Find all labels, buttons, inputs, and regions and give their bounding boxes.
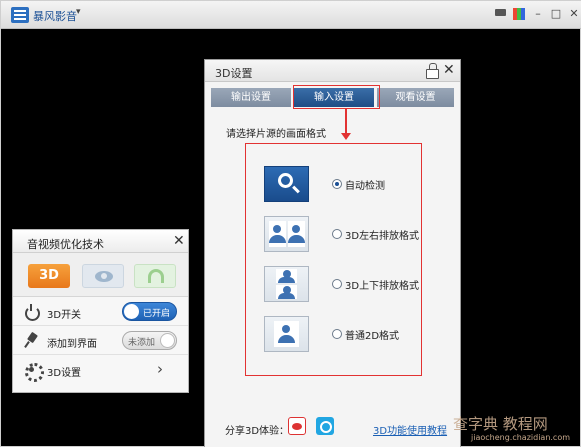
dialog-titlebar: 3D设置 ✕: [205, 60, 460, 82]
dialog-close-button[interactable]: ✕: [443, 63, 455, 78]
side-by-side-icon[interactable]: [264, 216, 309, 252]
title-bar: 暴风影音 ▾ – □ ✕: [1, 1, 581, 29]
dialog-title: 3D设置: [215, 67, 253, 80]
panel-close-button[interactable]: ✕: [173, 233, 185, 249]
person-single: [274, 321, 299, 347]
person-right: [288, 221, 305, 247]
weibo-icon[interactable]: [288, 417, 306, 435]
pin-icon: [24, 333, 39, 348]
format-prompt: 请选择片源的画面格式: [226, 129, 326, 140]
watermark-text: 查字典 教程网: [453, 415, 548, 433]
option-label-auto[interactable]: 自动检测: [345, 177, 385, 192]
share-label: 分享3D体验：: [225, 426, 290, 437]
tab-output-settings[interactable]: 输出设置: [211, 88, 291, 107]
skin-icon[interactable]: [512, 7, 526, 21]
top-bottom-icon[interactable]: [264, 266, 309, 302]
row-3d-settings[interactable]: 3D设置 ›: [13, 356, 188, 384]
tab-watch-settings[interactable]: 观看设置: [377, 88, 454, 107]
player-window: 暴风影音 ▾ – □ ✕ 3D设置 ✕ 输出设置 输入设置 观看设置 请选择片源…: [0, 0, 581, 447]
row-label-3d-settings: 3D设置: [47, 368, 82, 379]
app-logo-icon[interactable]: [11, 7, 29, 23]
message-icon[interactable]: [494, 7, 508, 21]
row-add-to-ui: 添加到界面 未添加: [13, 327, 188, 355]
row-label-3d-switch: 3D开关: [47, 310, 82, 321]
toggle-on-text: 已开启: [143, 309, 171, 319]
minimize-button[interactable]: –: [531, 7, 545, 21]
3d-switch-toggle[interactable]: 已开启: [122, 302, 177, 321]
chevron-right-icon[interactable]: ›: [157, 360, 163, 378]
maximize-button[interactable]: □: [549, 7, 563, 21]
row-label-add-to-ui: 添加到界面: [47, 339, 97, 350]
panel-tabs: 3D: [13, 253, 188, 297]
tab-3d[interactable]: 3D: [28, 264, 70, 288]
panel-title: 音视频优化技术: [27, 238, 104, 251]
option-label-sbs[interactable]: 3D左右排放格式: [345, 227, 419, 242]
radio-normal-2d[interactable]: [332, 329, 342, 339]
annotation-arrow-head: [341, 133, 351, 140]
single-person-icon[interactable]: [264, 316, 309, 352]
person-top: [276, 269, 297, 283]
headphones-icon[interactable]: [134, 264, 176, 288]
gear-icon: [24, 362, 44, 382]
annotation-arrow: [345, 109, 347, 135]
menu-caret-icon[interactable]: ▾: [76, 7, 81, 17]
radio-auto-detect[interactable]: [332, 179, 342, 189]
power-icon: [24, 304, 40, 321]
person-left: [269, 221, 286, 247]
option-label-2d[interactable]: 普通2D格式: [345, 327, 399, 342]
row-3d-switch: 3D开关 已开启: [13, 298, 188, 326]
search-icon[interactable]: [264, 166, 309, 202]
thumbs-up-icon[interactable]: [425, 63, 439, 79]
app-title[interactable]: 暴风影音: [33, 8, 77, 24]
eye-icon[interactable]: [82, 264, 124, 288]
tab-highlight-box: [293, 85, 380, 109]
3d-settings-dialog: 3D设置 ✕ 输出设置 输入设置 观看设置 请选择片源的画面格式 自动检测 3D…: [204, 59, 461, 447]
radio-side-by-side[interactable]: [332, 229, 342, 239]
av-optimize-panel: 音视频优化技术 ✕ 3D 3D开关 已开启 添加到界面 未添加 3D设置 ›: [12, 229, 189, 393]
toggle-off-text: 未添加: [128, 338, 156, 348]
qzone-icon[interactable]: [316, 417, 334, 435]
add-to-ui-toggle[interactable]: 未添加: [122, 331, 177, 350]
close-button[interactable]: ✕: [567, 7, 581, 21]
radio-top-bottom[interactable]: [332, 279, 342, 289]
person-bottom: [276, 285, 297, 299]
watermark-site: jiaocheng.chazidian.com: [471, 433, 571, 442]
3d-guide-link[interactable]: 3D功能使用教程: [373, 422, 447, 437]
magnifier-glyph: [278, 173, 293, 188]
option-label-tb[interactable]: 3D上下排放格式: [345, 277, 419, 292]
format-options: 自动检测 3D左右排放格式 3D上下排放格式 普通2D格式: [245, 143, 422, 376]
panel-header: 音视频优化技术 ✕: [13, 230, 188, 253]
